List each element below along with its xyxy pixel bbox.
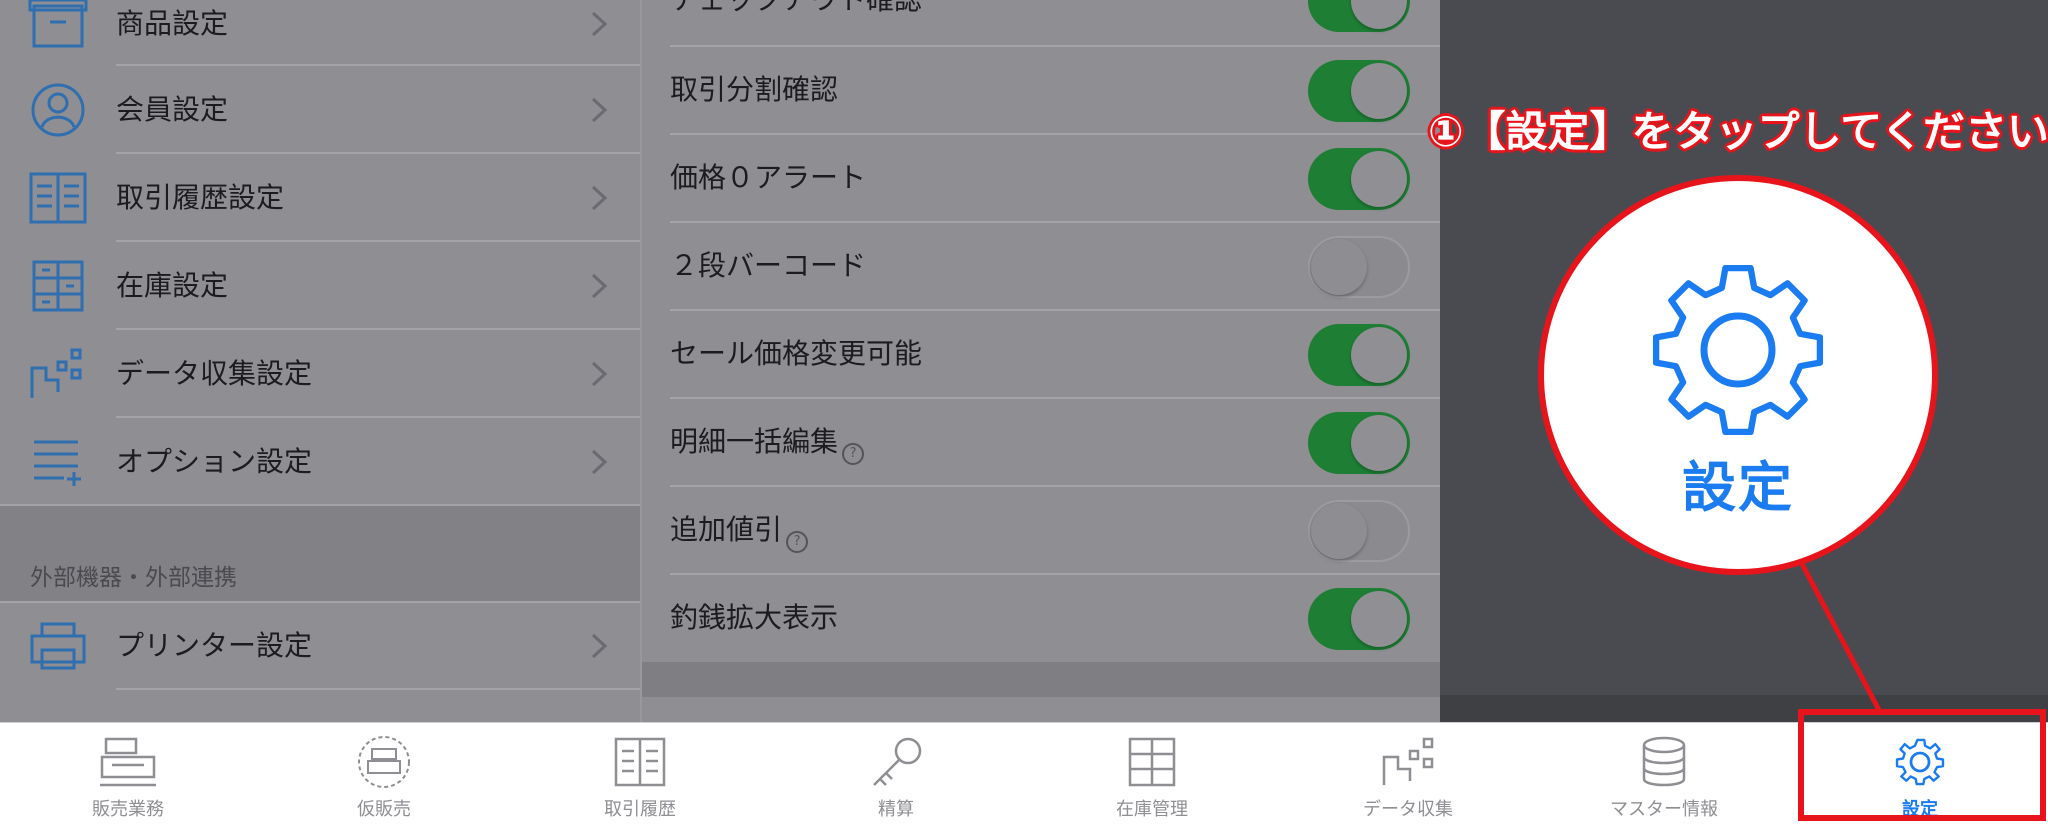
gear-icon (1652, 264, 1824, 436)
zoom-label: 設定 (1682, 456, 1794, 519)
settings-tab-highlight (1798, 709, 2046, 821)
zoom-callout: 設定 (1538, 175, 1938, 575)
instruction-text: ①【設定】をタップしてください (1428, 107, 2048, 156)
